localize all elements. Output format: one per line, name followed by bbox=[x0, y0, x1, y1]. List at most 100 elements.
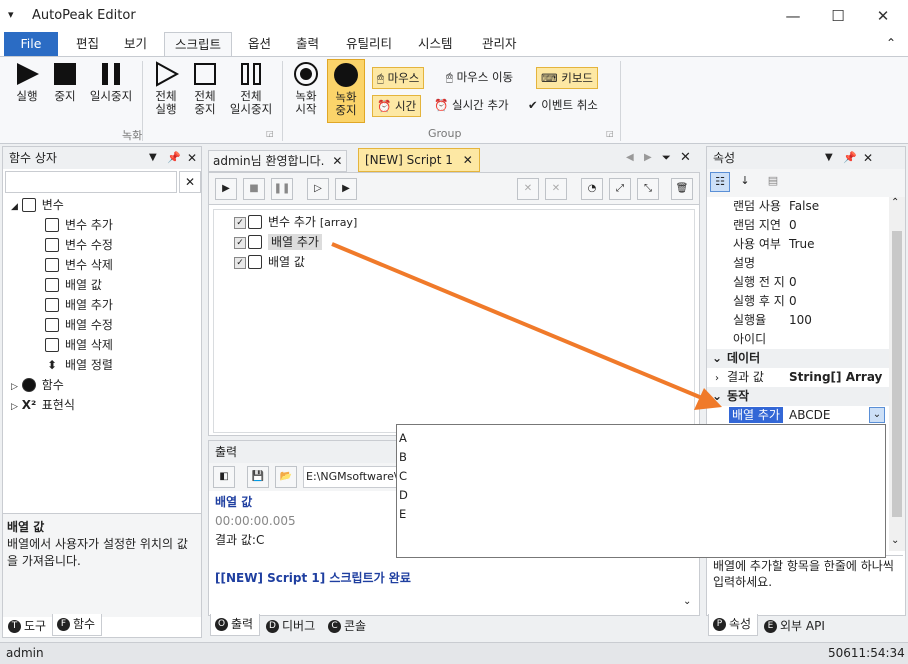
tree-root-expressions[interactable]: ▷ X² 표현식 bbox=[11, 395, 201, 415]
script-line-selected[interactable]: ✓ 배열 추가 bbox=[234, 232, 322, 252]
run-button[interactable]: 실행 bbox=[8, 61, 46, 103]
panel-menu-icon[interactable]: ▼ bbox=[149, 147, 157, 169]
scroll-up-icon[interactable]: ⌃ bbox=[891, 197, 899, 208]
expand-all-button[interactable]: ⤢ bbox=[609, 178, 631, 200]
property-row[interactable]: 실행 후 지0 bbox=[707, 292, 889, 311]
output-path-field[interactable]: E:\NGMsoftware\ bbox=[303, 466, 399, 488]
run-script-button[interactable]: ▶ bbox=[215, 178, 237, 200]
stop-all-button[interactable]: 전체 중지 bbox=[188, 61, 222, 116]
keyboard-toggle[interactable]: ⌨ 키보드 bbox=[536, 67, 599, 89]
tree-root-functions[interactable]: ▷ 함수 bbox=[11, 375, 201, 395]
dropdown-button[interactable]: ⌄ bbox=[869, 407, 885, 423]
collapse-ribbon-icon[interactable]: ⌃ bbox=[886, 36, 896, 50]
pause-all-button[interactable]: 전체 일시중지 bbox=[226, 61, 276, 116]
dropdown-option[interactable]: B bbox=[399, 448, 883, 467]
menu-file[interactable]: File bbox=[4, 32, 58, 56]
tab-tools[interactable]: T 도구 bbox=[4, 616, 52, 638]
menu-system[interactable]: 시스템 bbox=[408, 32, 463, 56]
clear-search-button[interactable]: ✕ bbox=[179, 171, 201, 193]
menu-utility[interactable]: 유틸리티 bbox=[336, 32, 402, 56]
dropdown-option[interactable]: E bbox=[399, 505, 883, 524]
tab-scroll-left-icon[interactable]: ◀ bbox=[626, 152, 634, 163]
delete-button[interactable]: 🗑 bbox=[671, 178, 693, 200]
menu-options[interactable]: 옵션 bbox=[238, 32, 281, 56]
property-row[interactable]: 아이디 bbox=[707, 330, 889, 349]
property-row[interactable]: 랜덤 지연 0 bbox=[707, 216, 889, 235]
system-menu-icon[interactable]: ▾ bbox=[8, 8, 14, 21]
panel-close-icon[interactable]: ✕ bbox=[863, 147, 873, 169]
property-scrollbar[interactable]: ⌃ ⌄ bbox=[889, 197, 905, 551]
event-cancel-toggle[interactable]: ✔ 이벤트 취소 bbox=[524, 95, 602, 117]
save-icon[interactable]: 💾 bbox=[247, 466, 269, 488]
menu-edit[interactable]: 편집 bbox=[66, 32, 109, 56]
panel-close-icon[interactable]: ✕ bbox=[187, 147, 197, 169]
tab-close-icon[interactable]: ✕ bbox=[463, 153, 473, 167]
tab-debug[interactable]: D 디버그 bbox=[262, 616, 321, 638]
close-button[interactable]: ✕ bbox=[860, 0, 906, 32]
property-row[interactable]: 사용 여부 True bbox=[707, 235, 889, 254]
maximize-button[interactable]: ☐ bbox=[815, 0, 861, 32]
property-category-data[interactable]: ⌄ 데이터 bbox=[707, 349, 889, 368]
dropdown-option[interactable]: A bbox=[399, 429, 883, 448]
categorized-view-icon[interactable]: ☷ bbox=[710, 172, 730, 192]
property-pages-icon[interactable]: ▤ bbox=[763, 172, 783, 192]
dropdown-option[interactable]: D bbox=[399, 486, 883, 505]
realtime-add-toggle[interactable]: ⏰ 실시간 추가 bbox=[430, 95, 513, 117]
menu-script[interactable]: 스크립트 bbox=[164, 32, 233, 56]
tab-functions[interactable]: F 함수 bbox=[52, 614, 103, 636]
record-stop-button[interactable]: 녹화 중지 bbox=[327, 59, 365, 123]
stop-script-button[interactable]: ■ bbox=[243, 178, 265, 200]
editor-close-icon[interactable]: ✕ bbox=[680, 150, 691, 165]
property-row-selected[interactable]: 배열 추가 ABCDE ⌄ bbox=[707, 406, 889, 425]
scroll-down-icon[interactable]: ⌄ bbox=[683, 596, 691, 607]
pause-button[interactable]: 일시중지 bbox=[86, 61, 136, 103]
enable-button[interactable]: ✕ bbox=[545, 178, 567, 200]
property-row[interactable]: 실행 전 지0 bbox=[707, 273, 889, 292]
menu-view[interactable]: 보기 bbox=[114, 32, 157, 56]
tab-list-icon[interactable]: ⏷ bbox=[662, 151, 671, 165]
property-category-action[interactable]: ⌄ 동작 bbox=[707, 387, 889, 406]
minimize-button[interactable]: — bbox=[770, 0, 816, 32]
pause-script-button[interactable]: ❚❚ bbox=[271, 178, 293, 200]
toolbox-search-input[interactable] bbox=[5, 171, 177, 193]
stop-button[interactable]: 중지 bbox=[48, 61, 82, 103]
script-line[interactable]: ✓ 변수 추가 [array] bbox=[234, 212, 357, 232]
pin-icon[interactable]: 📌 bbox=[843, 147, 857, 169]
property-row[interactable]: 설명 bbox=[707, 254, 889, 273]
clear-output-button[interactable]: ◧ bbox=[213, 466, 235, 488]
tab-scroll-right-icon[interactable]: ▶ bbox=[644, 152, 652, 163]
run-all-button[interactable]: 전체 실행 bbox=[148, 61, 184, 116]
property-row-result[interactable]: › 결과 값 String[] Array bbox=[707, 368, 889, 387]
tree-item-array-delete[interactable]: 배열 삭제 bbox=[11, 335, 201, 355]
checkbox-checked-icon[interactable]: ✓ bbox=[234, 236, 246, 249]
tree-root-variables[interactable]: ◢ 변수 bbox=[11, 195, 201, 215]
pin-icon[interactable]: 📌 bbox=[167, 147, 181, 169]
tab-output[interactable]: O 출력 bbox=[210, 614, 261, 636]
mouse-toggle[interactable]: 🖱 마우스 bbox=[372, 67, 425, 89]
tab-external-api[interactable]: E 외부 API bbox=[760, 616, 831, 638]
open-folder-icon[interactable]: 📂 bbox=[275, 466, 297, 488]
mouse-move-toggle[interactable]: 🖱 마우스 이동 bbox=[442, 67, 517, 89]
tab-close-icon[interactable]: ✕ bbox=[332, 154, 342, 168]
run-selected-button[interactable]: ▶ bbox=[335, 178, 357, 200]
array-items-dropdown[interactable]: A B C D E bbox=[396, 424, 886, 558]
scroll-thumb[interactable] bbox=[892, 231, 902, 517]
tree-item-array-sort[interactable]: ⬍ 배열 정렬 bbox=[11, 355, 201, 375]
tab-script-1[interactable]: [NEW] Script 1 ✕ bbox=[358, 148, 480, 172]
tree-item-array-edit[interactable]: 배열 수정 bbox=[11, 315, 201, 335]
script-line[interactable]: ✓ 배열 값 bbox=[234, 252, 305, 272]
property-row[interactable]: 실행율 100 bbox=[707, 311, 889, 330]
panel-menu-icon[interactable]: ▼ bbox=[825, 147, 833, 169]
tree-item-array-add[interactable]: 배열 추가 bbox=[11, 295, 201, 315]
disable-button[interactable]: ✕ bbox=[517, 178, 539, 200]
run-from-here-button[interactable]: ▷ bbox=[307, 178, 329, 200]
tree-item-var-edit[interactable]: 변수 수정 bbox=[11, 235, 201, 255]
checkbox-checked-icon[interactable]: ✓ bbox=[234, 216, 246, 229]
dropdown-option[interactable]: C bbox=[399, 467, 883, 486]
tree-item-array-value[interactable]: 배열 값 bbox=[11, 275, 201, 295]
tab-console[interactable]: C 콘솔 bbox=[324, 616, 372, 638]
refresh-button[interactable]: ◔ bbox=[581, 178, 603, 200]
tree-item-var-delete[interactable]: 변수 삭제 bbox=[11, 255, 201, 275]
menu-output[interactable]: 출력 bbox=[286, 32, 329, 56]
time-toggle[interactable]: ⏰ 시간 bbox=[372, 95, 422, 117]
